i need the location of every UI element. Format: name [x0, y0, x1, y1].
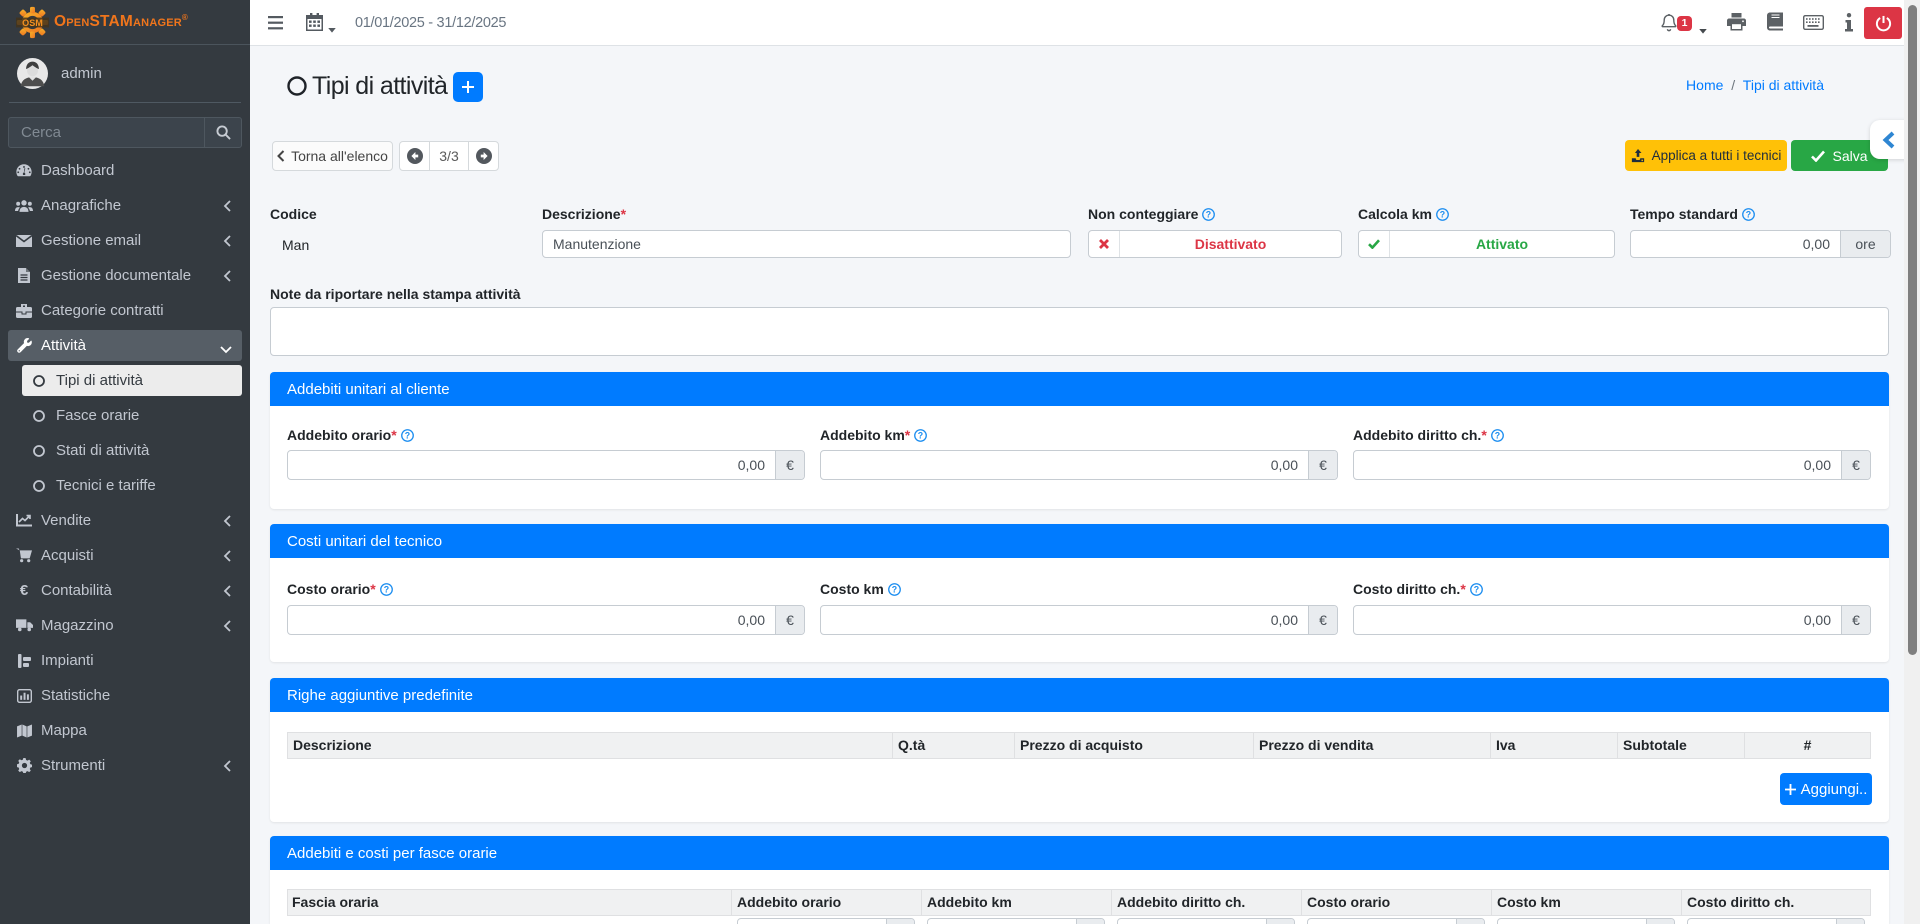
svg-text:?: ? [1494, 430, 1499, 440]
svg-text:OSM: OSM [22, 17, 43, 27]
svg-text:?: ? [1473, 584, 1478, 594]
svg-text:?: ? [383, 584, 388, 594]
svg-text:?: ? [891, 584, 896, 594]
svg-text:?: ? [1206, 209, 1211, 219]
svg-text:?: ? [1440, 209, 1445, 219]
svg-text:?: ? [918, 430, 923, 440]
svg-text:?: ? [404, 430, 409, 440]
svg-text:?: ? [1746, 209, 1751, 219]
